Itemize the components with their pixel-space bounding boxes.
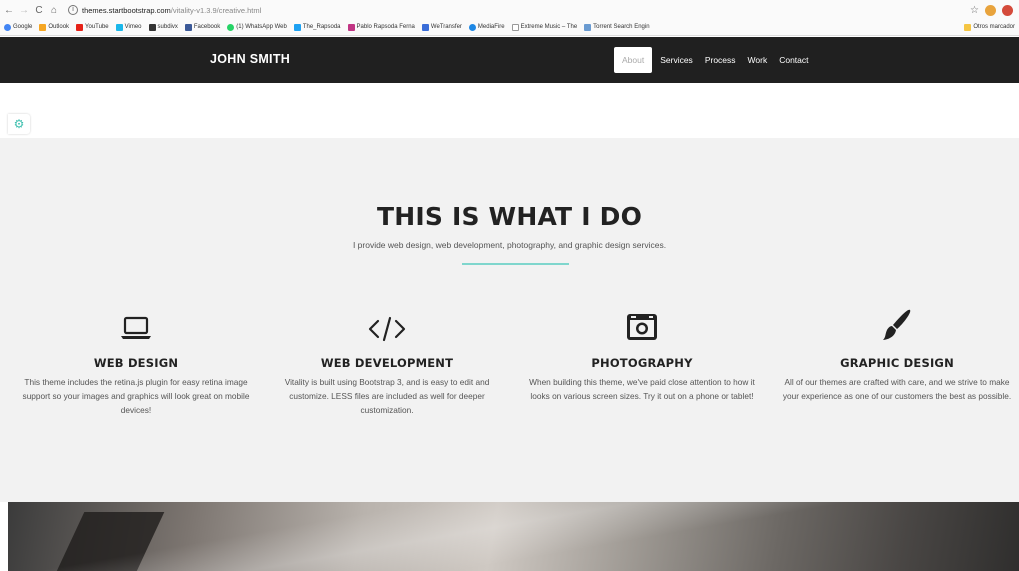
service-title: PHOTOGRAPHY bbox=[591, 356, 693, 370]
youtube-icon bbox=[76, 23, 84, 31]
forward-icon[interactable]: → bbox=[18, 5, 30, 16]
service-web-design: WEB DESIGN This theme includes the retin… bbox=[21, 308, 251, 417]
bookmark-label: Pablo Rapsoda Ferna bbox=[356, 24, 415, 30]
brand-logo[interactable]: JOHN SMITH bbox=[210, 52, 290, 66]
service-title: WEB DESIGN bbox=[93, 356, 179, 370]
browser-chrome: ← → C ⌂ i themes.startbootstrap.com/vita… bbox=[0, 0, 1019, 36]
url-path: /vitality-v1.3.9/creative.html bbox=[170, 5, 262, 15]
bookmark-label: subdivx bbox=[157, 24, 178, 30]
services-section: THIS IS WHAT I DO I provide web design, … bbox=[0, 138, 1019, 502]
bookmark-wetransfer[interactable]: WeTransfer bbox=[421, 23, 462, 31]
vimeo-icon bbox=[115, 23, 123, 31]
bookmark-youtube[interactable]: YouTube bbox=[76, 23, 109, 31]
home-icon[interactable]: ⌂ bbox=[48, 5, 60, 16]
camera-icon bbox=[527, 308, 757, 342]
url-host: themes.startbootstrap.com bbox=[82, 5, 171, 15]
background-photo bbox=[8, 502, 1019, 571]
bookmark-label: Torrent Search Engin bbox=[593, 24, 650, 30]
service-title: WEB DEVELOPMENT bbox=[320, 356, 454, 370]
bookmark-label: MediaFire bbox=[477, 24, 505, 30]
nav-link-process[interactable]: Process bbox=[699, 47, 742, 73]
service-text: Vitality is built using Bootstrap 3, and… bbox=[284, 377, 490, 415]
section-divider bbox=[462, 263, 569, 265]
section-title: THIS IS WHAT I DO bbox=[376, 202, 643, 231]
bookmark-twitter[interactable]: The_Rapsoda bbox=[293, 23, 341, 31]
settings-gear-icon[interactable]: ⚙ bbox=[8, 114, 30, 134]
address-bar-row: ← → C ⌂ i themes.startbootstrap.com/vita… bbox=[0, 2, 1019, 18]
extension-icon[interactable] bbox=[985, 4, 996, 16]
subdivx-icon bbox=[148, 23, 156, 31]
bookmark-subdivx[interactable]: subdivx bbox=[148, 23, 178, 31]
bookmark-label: The_Rapsoda bbox=[302, 24, 341, 30]
folder-icon bbox=[964, 23, 972, 31]
torrent-icon bbox=[584, 23, 592, 31]
bookmark-facebook[interactable]: Facebook bbox=[184, 23, 221, 31]
section-subtitle: I provide web design, web development, p… bbox=[352, 240, 667, 250]
bookmark-label: Vimeo bbox=[124, 24, 142, 30]
photo-highlight bbox=[8, 502, 1019, 571]
service-text: When building this theme, we've paid clo… bbox=[529, 377, 755, 401]
bookmark-extreme-music[interactable]: Extreme Music – The bbox=[511, 23, 578, 31]
nav-link-work[interactable]: Work bbox=[742, 47, 774, 73]
other-bookmarks-label: Otros marcador bbox=[973, 24, 1015, 30]
laptop-icon bbox=[21, 308, 251, 342]
bookmark-torrent[interactable]: Torrent Search Engin bbox=[584, 23, 650, 31]
bookmark-label: Facebook bbox=[193, 24, 221, 30]
bookmarks-bar: Google Outlook YouTube Vimeo subdivx Fac… bbox=[0, 20, 1019, 34]
outlook-icon bbox=[39, 23, 47, 31]
bookmark-whatsapp[interactable]: (1) WhatsApp Web bbox=[227, 23, 287, 31]
nav-link-about[interactable]: About bbox=[614, 47, 653, 73]
bookmark-label: Google bbox=[13, 24, 33, 30]
extension-icon-2[interactable] bbox=[1002, 4, 1013, 16]
bookmark-label: (1) WhatsApp Web bbox=[236, 24, 287, 30]
other-bookmarks[interactable]: Otros marcador bbox=[964, 20, 1015, 34]
bookmark-label: WeTransfer bbox=[430, 24, 462, 30]
back-icon[interactable]: ← bbox=[3, 5, 15, 16]
bookmark-label: YouTube bbox=[85, 24, 109, 30]
service-photography: PHOTOGRAPHY When building this theme, we… bbox=[527, 308, 757, 403]
twitter-icon bbox=[293, 23, 301, 31]
toolbar-right: ☆ bbox=[970, 2, 1013, 18]
bookmark-star-icon[interactable]: ☆ bbox=[970, 5, 979, 16]
reload-icon[interactable]: C bbox=[33, 5, 45, 16]
wetransfer-icon bbox=[421, 23, 429, 31]
site-navbar: JOHN SMITH About Services Process Work C… bbox=[0, 37, 1019, 83]
paint-brush-icon bbox=[782, 308, 1012, 342]
bookmark-outlook[interactable]: Outlook bbox=[39, 23, 70, 31]
url-field[interactable]: themes.startbootstrap.com/vitality-v1.3.… bbox=[82, 6, 261, 15]
bookmark-vimeo[interactable]: Vimeo bbox=[115, 23, 142, 31]
bookmark-google[interactable]: Google bbox=[4, 23, 33, 31]
service-web-development: WEB DEVELOPMENT Vitality is built using … bbox=[272, 308, 502, 417]
hero-photo-section bbox=[0, 502, 1019, 571]
info-icon[interactable]: i bbox=[68, 5, 78, 15]
google-icon bbox=[4, 23, 11, 31]
bookmark-instagram[interactable]: Pablo Rapsoda Ferna bbox=[347, 23, 415, 31]
nav-link-contact[interactable]: Contact bbox=[773, 47, 814, 73]
code-icon bbox=[272, 308, 502, 342]
mediafire-icon bbox=[468, 23, 476, 31]
service-title: GRAPHIC DESIGN bbox=[840, 356, 954, 370]
instagram-icon bbox=[347, 23, 355, 31]
service-graphic-design: GRAPHIC DESIGN All of our themes are cra… bbox=[782, 308, 1012, 403]
service-text: This theme includes the retina.js plugin… bbox=[22, 377, 250, 415]
header-spacer bbox=[0, 83, 1019, 138]
nav-links: About Services Process Work Contact bbox=[614, 47, 815, 73]
nav-link-services[interactable]: Services bbox=[654, 47, 699, 73]
page-icon bbox=[511, 23, 519, 31]
bookmark-label: Extreme Music – The bbox=[520, 24, 578, 30]
bookmark-label: Outlook bbox=[48, 24, 70, 30]
facebook-icon bbox=[184, 23, 192, 31]
service-text: All of our themes are crafted with care,… bbox=[782, 377, 1012, 401]
bookmark-mediafire[interactable]: MediaFire bbox=[468, 23, 505, 31]
whatsapp-icon bbox=[227, 23, 235, 31]
